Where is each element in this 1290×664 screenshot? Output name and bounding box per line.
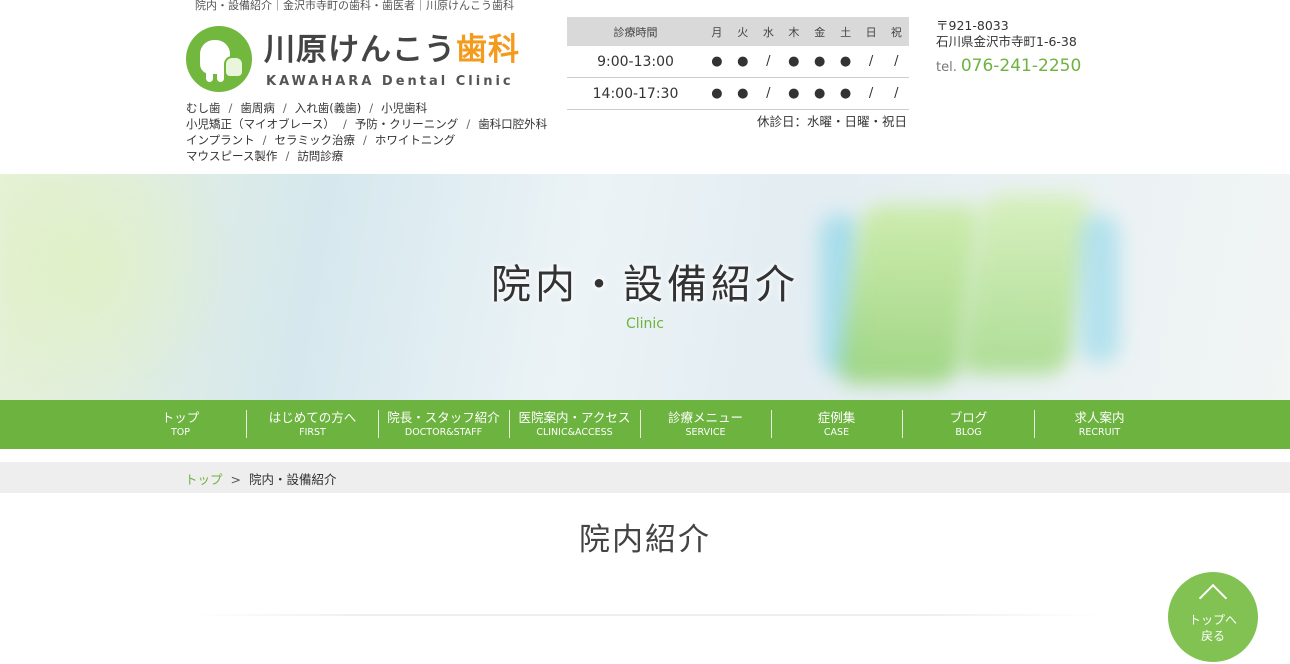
treatment-links-row: むし歯 / 歯周病 / 入れ歯(義歯) / 小児歯科 [186, 101, 428, 115]
treatment-links-row: マウスピース製作 / 訪問診療 [186, 149, 344, 163]
phone[interactable]: tel. 076-241-2250 [936, 56, 1081, 76]
hours-mark: / [755, 77, 781, 110]
day-wed: 水 [755, 17, 781, 46]
link-shoni-kyosei[interactable]: 小児矯正（マイオブレース） [186, 117, 335, 131]
logo-english: KAWAHARA Dental Clinic [266, 74, 514, 89]
day-sun: 日 [858, 17, 884, 46]
nav-service[interactable]: 診療メニュー SERVICE [640, 400, 771, 449]
treatment-links-row: 小児矯正（マイオブレース） / 予防・クリーニング / 歯科口腔外科 [186, 117, 548, 131]
phone-number[interactable]: 076-241-2250 [961, 56, 1081, 76]
table-row: 9:00-13:00 ● ● / ● ● ● / / [567, 46, 909, 78]
nav-blog[interactable]: ブログ BLOG [903, 400, 1034, 449]
hours-mark: ● [806, 46, 833, 78]
hours-mark: ● [729, 46, 756, 78]
day-holiday: 祝 [883, 17, 909, 46]
hours-mark: ● [832, 77, 859, 110]
hours-mark: ● [780, 46, 807, 78]
link-yobo[interactable]: 予防・クリーニング [355, 117, 459, 131]
hours-mark: / [858, 46, 884, 78]
global-nav: トップ TOP はじめての方へ FIRST 院長・スタッフ紹介 DOCTOR&STAF… [0, 400, 1290, 449]
link-ireba[interactable]: 入れ歯(義歯) [295, 101, 361, 115]
link-homon[interactable]: 訪問診療 [297, 149, 343, 163]
nav-first[interactable]: はじめての方へ FIRST [247, 400, 378, 449]
breadcrumb-home[interactable]: トップ [185, 472, 223, 487]
hours-time: 14:00-17:30 [567, 77, 704, 110]
hours-mark: / [883, 46, 909, 78]
hours-mark: ● [704, 77, 730, 110]
phone-label: tel. [936, 60, 957, 75]
hero-banner: 院内・設備紹介 Clinic [0, 174, 1290, 400]
hours-mark: ● [729, 77, 756, 110]
site-tagline: 院内・設備紹介｜金沢市寺町の歯科・歯医者｜川原けんこう歯科 [195, 0, 514, 12]
hours-mark: / [883, 77, 909, 110]
hours-mark: ● [704, 46, 730, 78]
page-title: 院内・設備紹介 [491, 262, 799, 308]
divider [190, 614, 1100, 616]
address-street: 石川県金沢市寺町1-6-38 [936, 34, 1077, 49]
nav-clinic-access[interactable]: 医院案内・アクセス CLINIC&ACCESS [509, 400, 640, 449]
link-shishubyo[interactable]: 歯周病 [240, 101, 275, 115]
hours-mark: ● [832, 46, 859, 78]
nav-recruit[interactable]: 求人案内 RECRUIT [1034, 400, 1165, 449]
link-mouthpiece[interactable]: マウスピース製作 [186, 149, 277, 163]
hours-mark: ● [806, 77, 833, 110]
hours-mark: ● [780, 77, 807, 110]
hours-time: 9:00-13:00 [567, 46, 704, 78]
day-tue: 火 [729, 17, 756, 46]
link-koku-geka[interactable]: 歯科口腔外科 [478, 117, 547, 131]
holiday-note: 休診日：水曜・日曜・祝日 [757, 114, 908, 129]
link-implant[interactable]: インプラント [186, 133, 255, 147]
address-zip: 〒921-8033 [936, 18, 1009, 33]
day-fri: 金 [806, 17, 833, 46]
hours-head-label: 診療時間 [567, 17, 704, 46]
link-shoni-shika[interactable]: 小児歯科 [381, 101, 427, 115]
logo-text: 川原けんこう歯科 [264, 32, 520, 68]
treatment-links-row: インプラント / セラミック治療 / ホワイトニング [186, 133, 456, 147]
table-row: 14:00-17:30 ● ● / ● ● ● / / [567, 77, 909, 110]
section-title: 院内紹介 [579, 522, 711, 558]
clinic-logo[interactable]: 川原けんこう歯科 KAWAHARA Dental Clinic [186, 26, 526, 96]
chevron-right-icon: > [230, 472, 241, 487]
hours-mark: / [755, 46, 781, 78]
treatment-links: むし歯 / 歯周病 / 入れ歯(義歯) / 小児歯科 小児矯正（マイオブレース） / 予防・クリ… [186, 100, 566, 164]
link-mushiba[interactable]: むし歯 [186, 101, 221, 115]
back-to-top-button[interactable]: トップへ 戻る [1168, 572, 1258, 662]
breadcrumb: トップ > 院内・設備紹介 [0, 462, 1290, 493]
hours-mark: / [858, 77, 884, 110]
link-whitening[interactable]: ホワイトニング [375, 133, 456, 147]
hours-table: 診療時間 月 火 水 木 金 土 日 祝 9:00-13:00 ● ● / ● … [567, 17, 909, 110]
nav-top[interactable]: トップ TOP [115, 400, 246, 449]
day-sat: 土 [832, 17, 859, 46]
nav-case[interactable]: 症例集 CASE [771, 400, 902, 449]
address: 〒921-8033 石川県金沢市寺町1-6-38 [936, 18, 1077, 50]
day-mon: 月 [704, 17, 730, 46]
chevron-up-icon [1198, 583, 1228, 613]
day-thu: 木 [780, 17, 807, 46]
tooth-logo-icon [186, 26, 252, 92]
page-subtitle: Clinic [625, 316, 664, 332]
back-to-top-label: トップへ 戻る [1188, 613, 1237, 643]
breadcrumb-current: 院内・設備紹介 [249, 472, 337, 487]
link-ceramic[interactable]: セラミック治療 [275, 133, 356, 147]
nav-doctor-staff[interactable]: 院長・スタッフ紹介 DOCTOR&STAFF [378, 400, 509, 449]
